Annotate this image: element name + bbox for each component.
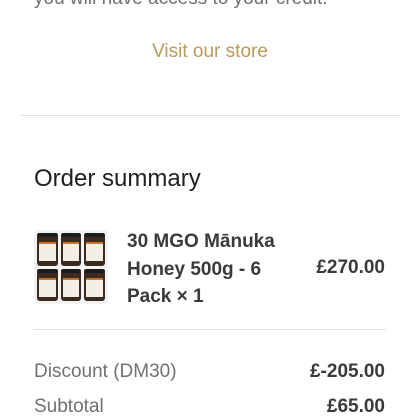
honey-jar-icon [60, 233, 82, 266]
subtotal-value: £65.00 [326, 396, 385, 417]
discount-row: Discount (DM30) £-205.00 [34, 360, 385, 384]
product-price: £270.00 [316, 257, 385, 278]
subtotal-row: Subtotal £65.00 [34, 395, 385, 419]
honey-jar-icon [84, 268, 105, 301]
section-divider [20, 115, 400, 116]
honey-jar-icon [84, 233, 105, 266]
summary-divider [34, 329, 386, 330]
subtotal-label: Subtotal [34, 396, 104, 417]
honey-jar-icon [60, 268, 82, 301]
honey-jar-icon [37, 233, 58, 266]
product-name: 30 MGO Mānuka Honey 500g - 6 Pack × 1 [127, 231, 275, 307]
discount-value: £-205.00 [309, 361, 385, 382]
product-image [34, 230, 108, 304]
order-summary-title: Order summary [34, 165, 201, 192]
visit-store-link[interactable]: Visit our store [0, 40, 420, 64]
credit-access-text: you will have access to your credit. [34, 0, 328, 10]
discount-label: Discount (DM30) [34, 361, 177, 382]
order-status-page: you will have access to your credit. Vis… [0, 0, 420, 420]
honey-jar-icon [37, 268, 58, 301]
